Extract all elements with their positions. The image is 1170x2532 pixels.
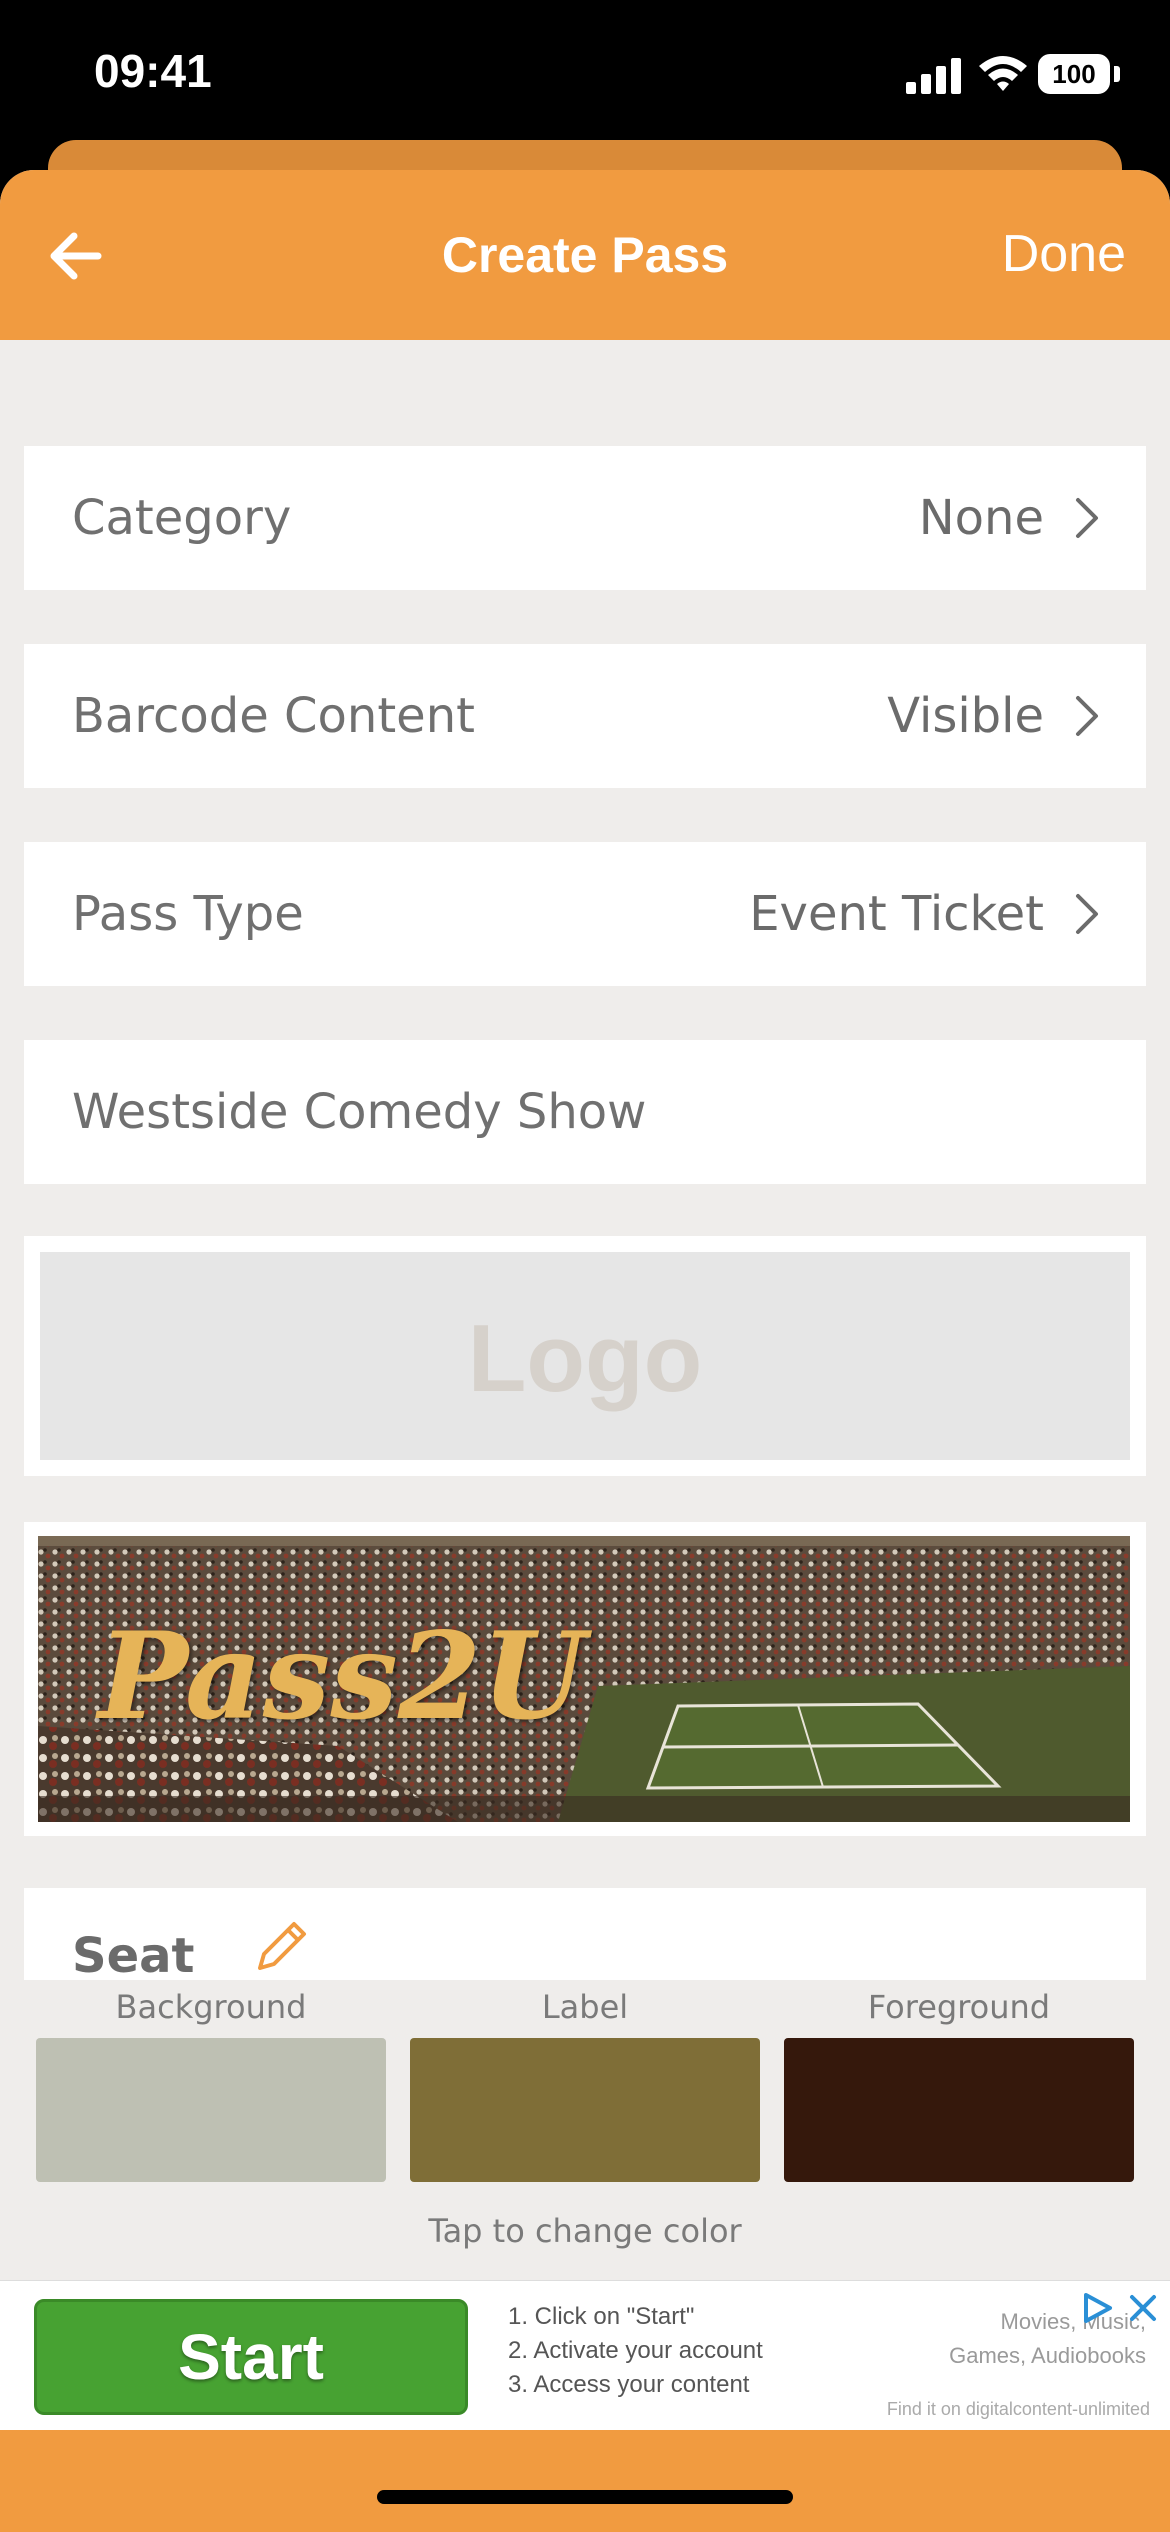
nav-bar: Create Pass Done [0,170,1170,340]
battery-icon: 100 [1038,54,1110,94]
chevron-right-icon [1076,894,1098,934]
bottom-bar [0,2430,1170,2532]
barcode-content-value: Visible [887,688,1044,744]
strip-image-card: Pass2U [24,1522,1146,1836]
pass-type-row[interactable]: Pass Type Event Ticket [24,842,1146,986]
ad-start-button[interactable]: Start [34,2299,468,2415]
category-row[interactable]: Category None [24,446,1146,590]
color-hint: Tap to change color [428,2212,742,2250]
chevron-right-icon [1076,696,1098,736]
strip-image[interactable]: Pass2U [38,1536,1130,1822]
background-color-label: Background [115,1988,307,2026]
page-title: Create Pass [441,227,729,283]
label-color-swatch[interactable] [410,2038,760,2182]
logo-card: Logo [24,1236,1146,1476]
pencil-edit-icon[interactable] [250,1918,310,1978]
pass-type-label: Pass Type [72,886,304,942]
foreground-color-label: Foreground [867,1988,1051,2026]
done-button[interactable]: Done [1002,224,1126,284]
logo-placeholder: Logo [467,1305,703,1412]
event-name-value: Westside Comedy Show [72,1084,647,1140]
category-label: Category [72,490,292,546]
ad-banner[interactable]: Start 1. Click on "Start" 2. Activate yo… [0,2280,1170,2430]
foreground-color-swatch[interactable] [784,2038,1134,2182]
cellular-signal-icon [906,58,962,94]
adchoices-icon[interactable] [1080,2291,1116,2325]
ad-step-1: 1. Click on "Start" [508,2303,695,2330]
ad-fine-print: Find it on digitalcontent-unlimited [886,2399,1150,2419]
ad-tagline: Movies, Music, Games, Audiobooks [949,2305,1146,2373]
chevron-right-icon [1076,498,1098,538]
label-color-label: Label [541,1988,629,2026]
logo-image-slot[interactable]: Logo [40,1252,1130,1460]
color-panel: Background Label Foreground Tap to chang… [0,1980,1170,2280]
ad-step-2: 2. Activate your account [508,2337,763,2364]
event-name-field[interactable]: Westside Comedy Show [24,1040,1146,1184]
ad-close-icon[interactable] [1126,2291,1160,2325]
ad-tagline-line2: Games, Audiobooks [949,2343,1146,2368]
ad-step-3: 3. Access your content [508,2371,750,2398]
barcode-content-label: Barcode Content [72,688,475,744]
wifi-icon [979,56,1027,91]
barcode-content-row[interactable]: Barcode Content Visible [24,644,1146,788]
category-value: None [918,490,1044,546]
battery-nub [1114,66,1120,82]
background-color-swatch[interactable] [36,2038,386,2182]
create-pass-sheet: Create Pass Done Category None Barcode C… [0,170,1170,2532]
home-indicator[interactable] [377,2490,793,2504]
status-bar: 09:41 100 [0,0,1170,150]
pass-type-value: Event Ticket [749,886,1044,942]
status-time: 09:41 [94,45,212,97]
seat-title: Seat [72,1928,195,1984]
ad-tagline-line1: Movies, Music, [1000,2309,1146,2334]
pass2u-logo-text: Pass2U [98,1606,587,1747]
